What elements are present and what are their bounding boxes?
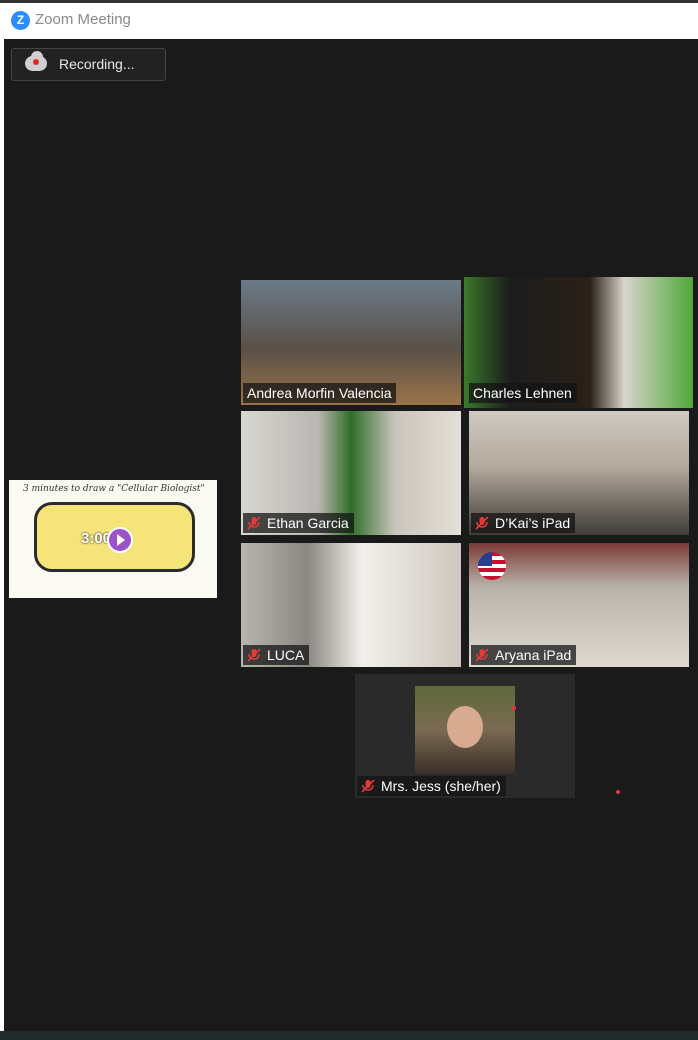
participant-name: Ethan Garcia xyxy=(243,513,354,533)
play-icon[interactable] xyxy=(107,527,133,553)
slide-title: 3 minutes to draw a "Cellular Biologist" xyxy=(23,484,205,494)
window-edge xyxy=(0,39,4,1040)
participant-name: LUCA xyxy=(243,645,310,665)
title-bar: Z Zoom Meeting xyxy=(0,0,698,39)
record-dot-icon xyxy=(33,59,39,65)
participant-tile-dkai[interactable]: D’Kai’s iPad xyxy=(469,411,689,535)
participant-name: D’Kai’s iPad xyxy=(471,513,576,533)
recording-indicator[interactable]: Recording... xyxy=(11,48,166,81)
avatar xyxy=(415,686,515,774)
participant-name: Andrea Morfin Valencia xyxy=(243,383,397,403)
participant-name: Mrs. Jess (she/her) xyxy=(357,776,506,796)
us-flag-icon xyxy=(478,552,506,580)
participant-tile-aryana[interactable]: Aryana iPad xyxy=(469,543,689,667)
zoom-logo-icon: Z xyxy=(11,11,30,30)
participant-tile-luca[interactable]: LUCA xyxy=(241,543,461,667)
mic-muted-icon xyxy=(361,779,375,793)
recording-label: Recording... xyxy=(59,56,135,72)
mic-muted-icon xyxy=(475,648,489,662)
mic-muted-icon xyxy=(247,648,261,662)
taskbar-edge xyxy=(0,1031,698,1040)
mic-muted-icon xyxy=(475,516,489,530)
mic-muted-icon xyxy=(247,516,261,530)
indicator-dot xyxy=(616,790,620,794)
participant-tile-andrea[interactable]: Andrea Morfin Valencia xyxy=(241,280,461,405)
shared-screen-thumbnail[interactable]: 3 minutes to draw a "Cellular Biologist"… xyxy=(9,480,217,598)
indicator-dot xyxy=(512,706,516,710)
participant-tile-mrs-jess[interactable]: Mrs. Jess (she/her) xyxy=(355,674,575,798)
participant-tile-ethan[interactable]: Ethan Garcia xyxy=(241,411,461,535)
participant-tile-charles[interactable]: Charles Lehnen xyxy=(464,277,693,408)
participant-name: Aryana iPad xyxy=(471,645,577,665)
participant-name: Charles Lehnen xyxy=(469,383,577,403)
window-title: Zoom Meeting xyxy=(35,11,131,28)
